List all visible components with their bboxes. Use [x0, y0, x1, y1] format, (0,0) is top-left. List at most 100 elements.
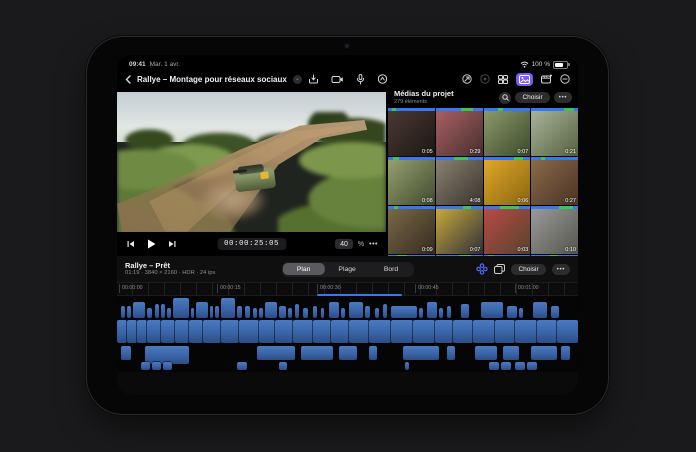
send-circle-icon[interactable]	[462, 74, 472, 84]
timeline-clip[interactable]	[275, 320, 293, 343]
play-icon[interactable]	[147, 239, 156, 249]
timeline-clip[interactable]	[527, 362, 537, 370]
timeline-clip[interactable]	[375, 308, 379, 318]
timeline-clip[interactable]	[191, 308, 194, 318]
timeline-clip[interactable]	[551, 306, 559, 318]
media-thumbnail[interactable]: 4:08	[436, 157, 483, 205]
timeline-clip[interactable]	[279, 306, 286, 318]
timeline-clip[interactable]	[117, 320, 127, 343]
timeline-clip[interactable]	[435, 320, 453, 343]
timeline-clip[interactable]	[461, 304, 469, 318]
timeline-clip[interactable]	[279, 362, 287, 370]
timeline-clip[interactable]	[489, 362, 499, 370]
media-thumbnail[interactable]: 0:03	[484, 206, 531, 254]
minus-circle-icon[interactable]	[560, 74, 570, 84]
timeline-clip[interactable]	[161, 304, 165, 318]
media-thumbnail[interactable]: 0:07	[436, 206, 483, 254]
timeline-clip[interactable]	[189, 320, 203, 343]
timeline-clip[interactable]	[349, 302, 363, 318]
timeline-clip[interactable]	[196, 302, 208, 318]
timeline-clip[interactable]	[173, 298, 189, 318]
playhead[interactable]	[117, 372, 578, 395]
media-thumbnail[interactable]: 0:27	[531, 157, 578, 205]
search-icon[interactable]	[499, 92, 511, 104]
timeline-clip[interactable]	[141, 362, 150, 370]
timeline-clip[interactable]	[237, 306, 242, 318]
timeline-clip[interactable]	[439, 308, 443, 318]
timeline-clip[interactable]	[210, 306, 213, 318]
timeline-clip[interactable]	[303, 308, 308, 318]
timeline-clip[interactable]	[257, 346, 295, 360]
media-thumbnail[interactable]: 0:21	[531, 108, 578, 156]
timeline-clip[interactable]	[533, 302, 547, 318]
project-menu-chevron-icon[interactable]: ⌄	[293, 75, 302, 84]
timeline-clip[interactable]	[329, 302, 339, 318]
timeline-clip[interactable]	[495, 320, 515, 343]
timeline-clip[interactable]	[313, 306, 317, 318]
timeline-clip[interactable]	[155, 304, 159, 318]
media-thumbnail[interactable]: 0:09	[388, 206, 435, 254]
timeline-clip[interactable]	[447, 306, 451, 318]
media-more-button[interactable]: •••	[554, 92, 572, 103]
timeline-clip[interactable]	[331, 320, 349, 343]
timeline-clip[interactable]	[403, 346, 439, 360]
timeline-clip[interactable]	[121, 306, 125, 318]
timeline-clip[interactable]	[313, 320, 331, 343]
tab-plage[interactable]: Plage	[324, 263, 369, 275]
tab-plan[interactable]: Plan	[283, 263, 325, 275]
timeline-clip[interactable]	[515, 320, 537, 343]
skip-back-icon[interactable]	[127, 240, 135, 248]
video-preview[interactable]	[117, 92, 386, 232]
timeline-clip[interactable]	[481, 302, 503, 318]
timeline-clip[interactable]	[293, 320, 313, 343]
timeline-clip[interactable]	[349, 320, 369, 343]
timeline-clip[interactable]	[221, 298, 235, 318]
timeline-clip[interactable]	[295, 304, 299, 318]
timeline-clip[interactable]	[473, 320, 495, 343]
clapper-add-icon[interactable]	[541, 74, 552, 84]
media-choose-button[interactable]: Choisir	[515, 92, 549, 103]
media-thumbnail[interactable]: 0:08	[388, 157, 435, 205]
timeline-clip[interactable]	[519, 308, 523, 318]
timeline-clip[interactable]	[239, 320, 259, 343]
timeline-clip[interactable]	[419, 308, 423, 318]
media-thumbnail[interactable]: 0:07	[484, 108, 531, 156]
camera-icon[interactable]	[331, 75, 343, 84]
timeline-clip[interactable]	[175, 320, 189, 343]
timeline-clip[interactable]	[503, 346, 519, 360]
mic-icon[interactable]	[356, 74, 364, 85]
back-chevron-icon[interactable]	[125, 75, 131, 84]
media-thumbnail[interactable]: 0:10	[531, 206, 578, 254]
timeline-clip[interactable]	[147, 308, 152, 318]
timeline-clip[interactable]	[127, 320, 137, 343]
timeline-clip[interactable]	[391, 320, 413, 343]
media-browser-icon[interactable]	[516, 73, 533, 86]
timeline-clip[interactable]	[147, 320, 161, 343]
import-tray-icon[interactable]	[308, 74, 318, 84]
timeline-tracks[interactable]	[117, 296, 578, 372]
timeline-clip[interactable]	[167, 308, 171, 318]
timeline-clip[interactable]	[237, 362, 247, 370]
timeline-clip[interactable]	[163, 362, 172, 370]
timeline-clip[interactable]	[253, 308, 257, 318]
timeline-clip[interactable]	[453, 320, 473, 343]
timeline-ruler[interactable]: 00:00:0000:00:1500:00:3000:00:4500:01:00	[117, 282, 578, 296]
timeline-clip[interactable]	[537, 320, 557, 343]
timeline-clip[interactable]	[259, 308, 263, 318]
timeline-clip[interactable]	[557, 320, 578, 343]
timeline-clip[interactable]	[301, 346, 333, 360]
timeline-clip[interactable]	[288, 308, 292, 318]
timeline-clip[interactable]	[413, 320, 435, 343]
timeline-clip[interactable]	[133, 302, 145, 318]
timeline-clip[interactable]	[369, 346, 377, 360]
timeline-clip[interactable]	[203, 320, 221, 343]
timecode-display[interactable]: 00:00:25:05	[217, 238, 286, 250]
timeline-clip[interactable]	[137, 320, 147, 343]
timeline-clip[interactable]	[245, 306, 250, 318]
tab-bord[interactable]: Bord	[370, 263, 412, 275]
timeline-clip[interactable]	[215, 306, 219, 318]
viewer-zoom-value[interactable]: 40	[335, 239, 353, 249]
timeline-more-button[interactable]: •••	[552, 264, 570, 275]
timeline-clip[interactable]	[221, 320, 239, 343]
timeline-clip[interactable]	[265, 302, 277, 318]
